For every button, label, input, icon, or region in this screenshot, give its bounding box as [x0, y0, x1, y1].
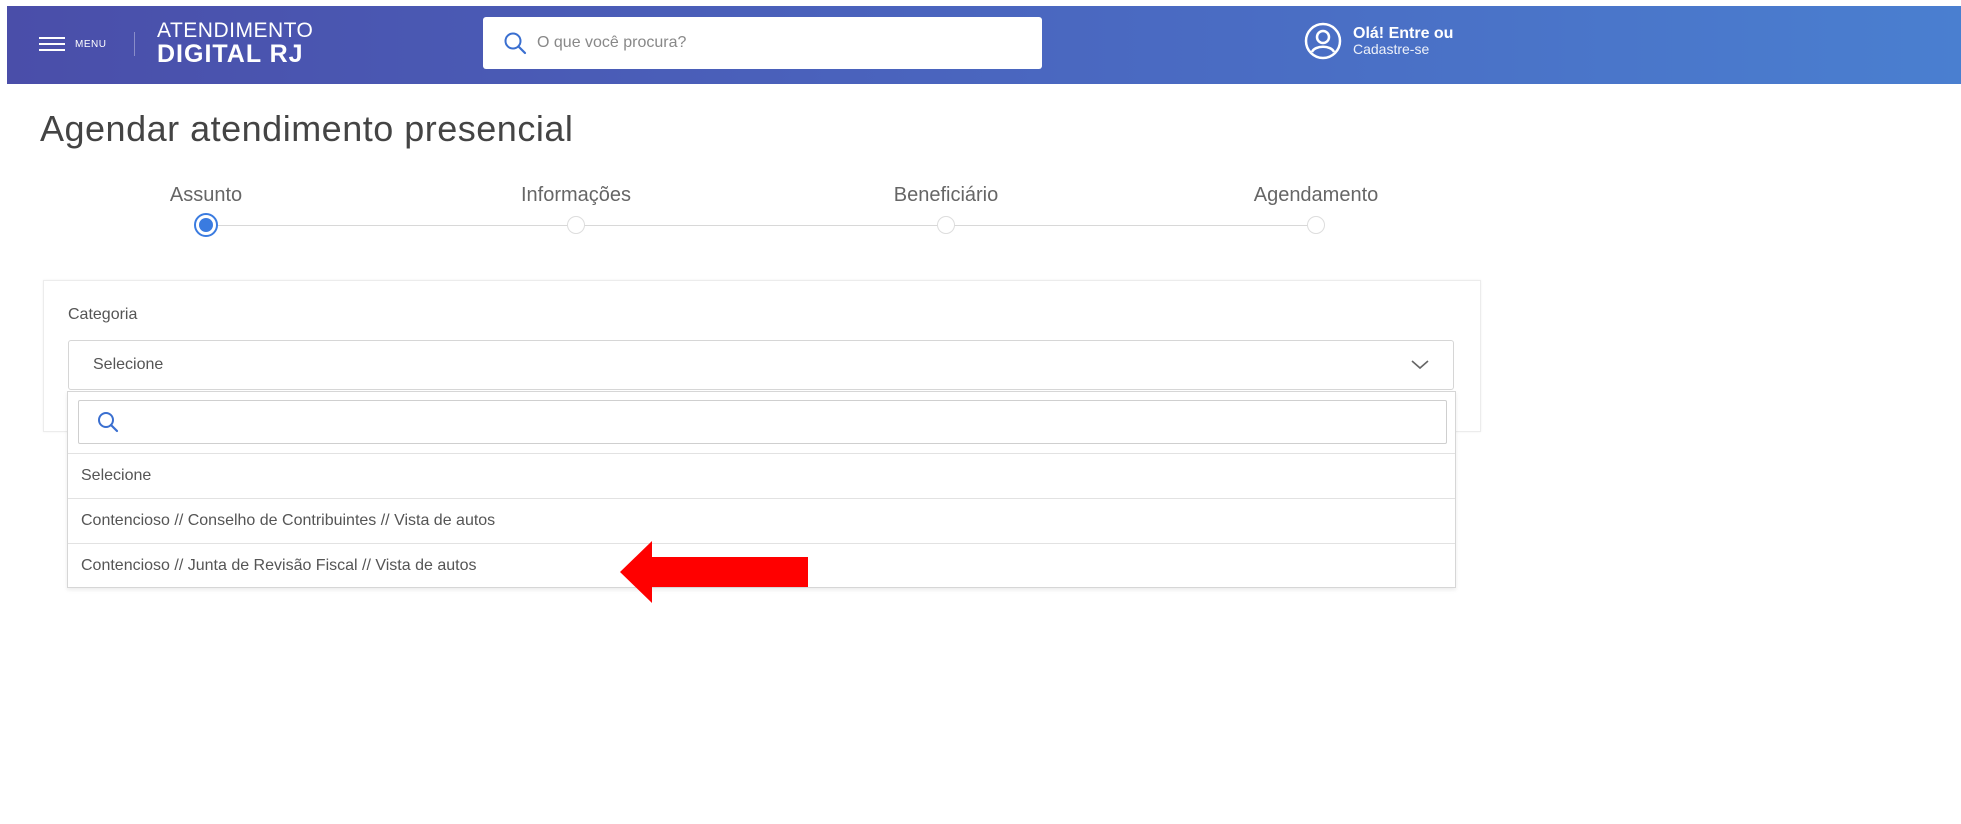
user-greeting: Olá! Entre ou	[1353, 24, 1454, 42]
search-icon	[504, 32, 527, 55]
page-title: Agendar atendimento presencial	[40, 108, 574, 149]
user-circle-icon	[1304, 22, 1342, 60]
step-label-agendamento: Agendamento	[1253, 184, 1379, 206]
step-dot-informacoes	[567, 216, 585, 234]
dropdown-option-selecione[interactable]: Selecione	[68, 453, 1455, 498]
top-navigation-bar: MENU ATENDIMENTO DIGITAL RJ Olá! Entre o…	[7, 6, 1961, 84]
step-label-informacoes: Informações	[520, 184, 632, 206]
brand-logo[interactable]: ATENDIMENTO DIGITAL RJ	[157, 20, 313, 67]
dropdown-search-input[interactable]	[127, 411, 1427, 433]
annotation-arrow-icon	[620, 541, 808, 603]
site-search-box[interactable]	[483, 17, 1042, 69]
site-search-input[interactable]	[537, 34, 1017, 52]
register-link-text: Cadastre-se	[1353, 41, 1430, 58]
step-dot-assunto	[194, 213, 218, 237]
brand-line-2: DIGITAL RJ	[157, 40, 304, 68]
hamburger-icon[interactable]	[39, 36, 65, 52]
menu-label: MENU	[75, 38, 107, 50]
step-label-beneficiario: Beneficiário	[893, 184, 999, 206]
category-label: Categoria	[68, 306, 138, 323]
menu-button[interactable]: MENU	[39, 33, 106, 55]
dropdown-search-box[interactable]	[78, 400, 1447, 444]
login-register-link[interactable]: Olá! Entre ou Cadastre-se	[1303, 21, 1453, 61]
stepper-line	[206, 225, 1316, 226]
brand-line-1: ATENDIMENTO	[157, 19, 314, 42]
progress-stepper: Assunto Informações Beneficiário Agendam…	[0, 180, 1961, 250]
step-dot-beneficiario	[937, 216, 955, 234]
chevron-down-icon	[1411, 360, 1429, 370]
category-select-value: Selecione	[93, 356, 164, 373]
search-icon	[98, 412, 119, 433]
menu-divider	[134, 32, 135, 56]
step-label-assunto: Assunto	[169, 184, 243, 206]
dropdown-option-conselho-contribuintes[interactable]: Contencioso // Conselho de Contribuintes…	[68, 498, 1455, 543]
category-select[interactable]: Selecione	[68, 340, 1454, 390]
step-dot-agendamento	[1307, 216, 1325, 234]
